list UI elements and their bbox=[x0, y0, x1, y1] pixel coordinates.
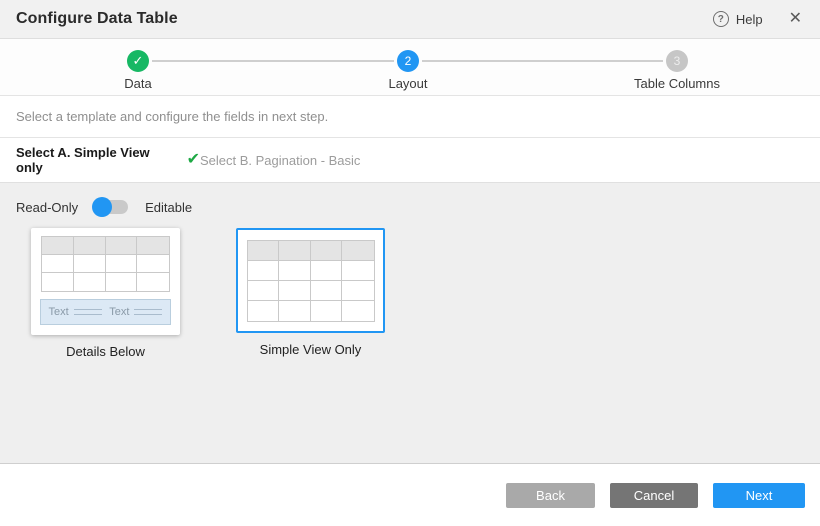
step-label: Table Columns bbox=[607, 76, 747, 91]
step-number: 3 bbox=[666, 50, 688, 72]
template-cards-row: Text Text Details Below bbox=[31, 228, 820, 359]
dialog-footer: Back Cancel Next bbox=[0, 464, 820, 526]
step-label: Data bbox=[68, 76, 208, 91]
step-data[interactable]: ✓ Data bbox=[68, 39, 208, 91]
edit-mode-toggle[interactable] bbox=[92, 197, 130, 217]
detail-field-preview: Text bbox=[109, 306, 162, 318]
detail-lines-glyph bbox=[134, 309, 162, 315]
detail-text-label: Text bbox=[109, 306, 129, 318]
close-icon[interactable]: ✕ bbox=[789, 11, 802, 27]
step-label: Layout bbox=[338, 76, 478, 91]
cancel-button[interactable]: Cancel bbox=[610, 483, 698, 508]
step-complete-check-icon: ✓ bbox=[127, 50, 149, 72]
selected-check-icon: ✔ bbox=[187, 152, 200, 168]
simple-view-card[interactable] bbox=[236, 228, 385, 333]
edit-mode-toggle-row: Read-Only Editable bbox=[0, 183, 820, 217]
select-option-a[interactable]: Select A. Simple View only ✔ bbox=[16, 145, 200, 175]
editable-label: Editable bbox=[145, 200, 192, 215]
instruction-text: Select a template and configure the fiel… bbox=[16, 109, 328, 124]
help-label: Help bbox=[736, 12, 763, 27]
details-below-label: Details Below bbox=[66, 344, 145, 359]
wizard-stepper: ✓ Data 2 Layout 3 Table Columns bbox=[0, 39, 820, 96]
header-actions: ? Help ✕ bbox=[713, 11, 802, 27]
toggle-knob bbox=[92, 197, 112, 217]
detail-text-label: Text bbox=[49, 306, 69, 318]
help-icon: ? bbox=[713, 11, 729, 27]
step-number: 2 bbox=[397, 50, 419, 72]
details-preview-strip: Text Text bbox=[40, 299, 171, 325]
mini-table-preview bbox=[247, 240, 375, 322]
dialog-title: Configure Data Table bbox=[16, 10, 178, 28]
select-option-a-label: Select A. Simple View only bbox=[16, 145, 175, 175]
template-option-simple-view: Simple View Only bbox=[236, 228, 385, 359]
dialog-header: Configure Data Table ? Help ✕ bbox=[0, 0, 820, 39]
instruction-row: Select a template and configure the fiel… bbox=[0, 96, 820, 138]
step-table-columns[interactable]: 3 Table Columns bbox=[607, 39, 747, 91]
step-layout[interactable]: 2 Layout bbox=[338, 39, 478, 91]
details-below-card[interactable]: Text Text bbox=[31, 228, 180, 335]
detail-field-preview: Text bbox=[49, 306, 102, 318]
detail-lines-glyph bbox=[74, 309, 102, 315]
next-button[interactable]: Next bbox=[713, 483, 805, 508]
select-option-b[interactable]: Select B. Pagination - Basic bbox=[200, 153, 360, 168]
template-option-details-below: Text Text Details Below bbox=[31, 228, 180, 359]
layout-content-area: Read-Only Editable Text bbox=[0, 183, 820, 464]
template-select-row: Select A. Simple View only ✔ Select B. P… bbox=[0, 138, 820, 183]
read-only-label: Read-Only bbox=[16, 200, 78, 215]
back-button[interactable]: Back bbox=[506, 483, 595, 508]
help-button[interactable]: ? Help bbox=[713, 11, 763, 27]
simple-view-label: Simple View Only bbox=[260, 342, 362, 357]
mini-table-preview bbox=[41, 236, 170, 292]
